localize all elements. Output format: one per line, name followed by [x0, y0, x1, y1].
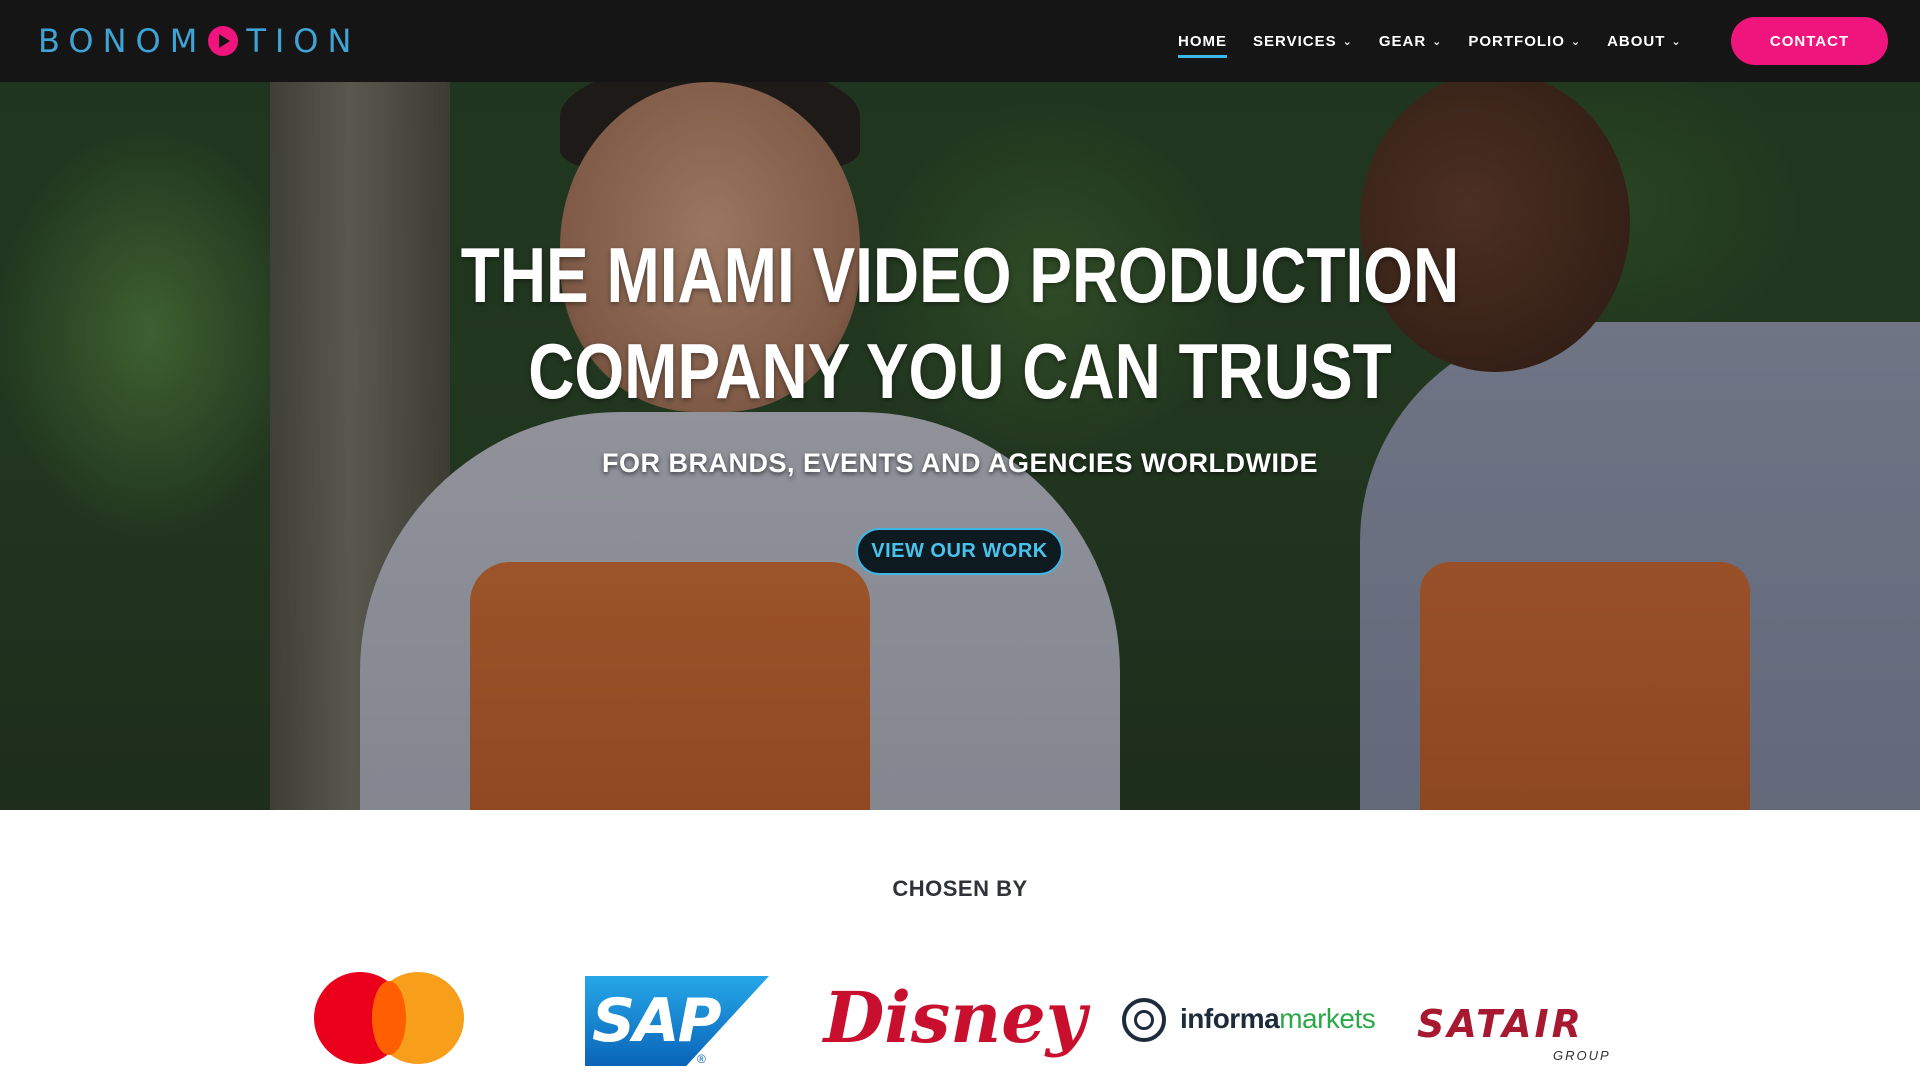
chevron-down-icon: ⌄	[1342, 35, 1353, 48]
chevron-down-icon: ⌄	[1570, 35, 1582, 48]
site-header: BONO M TION HOME SERVICES ⌄ GEAR ⌄ PORTF…	[0, 0, 1920, 82]
nav-item-portfolio[interactable]: PORTFOLIO ⌄	[1468, 0, 1581, 82]
satair-group-text: GROUP	[1553, 1048, 1611, 1063]
view-our-work-button[interactable]: VIEW OUR WORK	[856, 528, 1063, 575]
contact-button[interactable]: CONTACT	[1731, 17, 1888, 65]
nav-item-home[interactable]: HOME	[1178, 0, 1227, 82]
disney-logo: Disney	[823, 975, 1087, 1059]
hero-title: THE MIAMI VIDEO PRODUCTION COMPANY YOU C…	[173, 227, 1747, 419]
bonomotion-logo[interactable]: BONO M TION	[38, 18, 360, 64]
hero-overlay	[0, 82, 1920, 810]
sap-registered-mark: ®	[697, 1052, 706, 1066]
nav-item-label: SERVICES	[1253, 32, 1337, 50]
hero-title-line1: THE MIAMI VIDEO PRODUCTION	[460, 231, 1460, 319]
hero-section: THE MIAMI VIDEO PRODUCTION COMPANY YOU C…	[0, 82, 1920, 810]
informa-logo: informamarkets	[1180, 1003, 1376, 1035]
nav-item-gear[interactable]: GEAR ⌄	[1379, 0, 1443, 82]
mastercard-logo	[314, 972, 464, 1064]
client-logos: SAP ® Disney informamarkets SATAIR GROUP	[0, 960, 1920, 1070]
hero-title-line2: COMPANY YOU CAN TRUST	[528, 327, 1392, 415]
chevron-down-icon: ⌄	[1671, 35, 1682, 48]
mastercard-overlap	[372, 981, 406, 1055]
nav-item-label: ABOUT	[1607, 32, 1666, 50]
informa-logo-icon	[1122, 998, 1166, 1042]
nav-item-about[interactable]: ABOUT ⌄	[1607, 0, 1682, 82]
nav-item-label: HOME	[1178, 32, 1227, 50]
clients-heading: CHOSEN BY	[892, 876, 1028, 901]
logo-text-left: BONO	[38, 22, 170, 60]
informa-logo-text: informa	[1180, 1003, 1280, 1034]
nav-item-label: PORTFOLIO	[1468, 32, 1565, 50]
play-icon	[208, 26, 239, 56]
main-nav: HOME SERVICES ⌄ GEAR ⌄ PORTFOLIO ⌄ ABOUT…	[1178, 0, 1708, 82]
hero-subtitle: FOR BRANDS, EVENTS AND AGENCIES WORLDWID…	[601, 448, 1318, 478]
informa-markets-text: markets	[1279, 1003, 1376, 1034]
nav-item-services[interactable]: SERVICES ⌄	[1253, 0, 1353, 82]
satair-logo: SATAIR	[1417, 1002, 1584, 1046]
logo-text-right: TION	[246, 22, 361, 60]
chevron-down-icon: ⌄	[1432, 35, 1443, 48]
logo-text-m: M	[169, 22, 207, 60]
nav-item-label: GEAR	[1378, 32, 1427, 50]
